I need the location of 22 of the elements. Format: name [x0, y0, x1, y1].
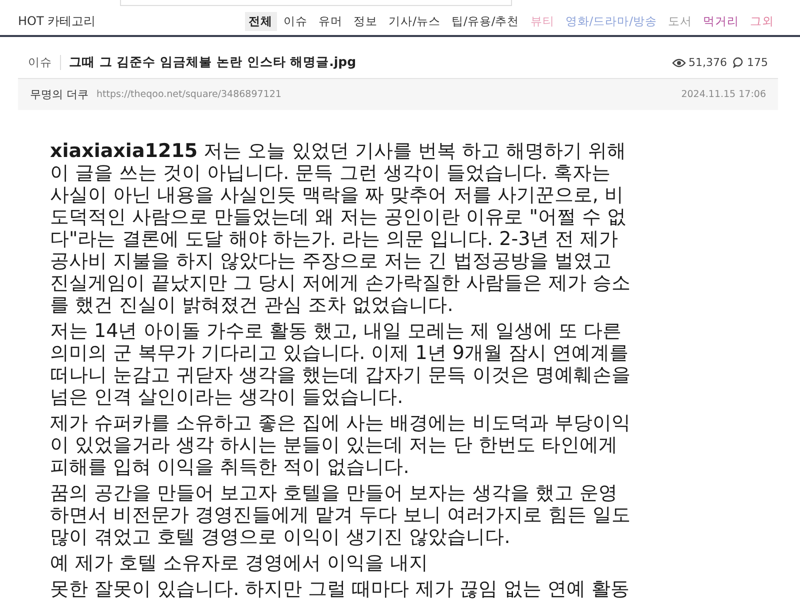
post-paragraph: 저는 14년 아이돌 가수로 활동 했고, 내일 모레는 제 일생에 또 다른 의미의 군 복무가 기다리고 있습니다. 이제 1년 9개월 잠시 연예계를 떠나니 눈감고 귀닫자 생각을 했는데 갑자기 문득 이것은 명예훼손을 넘은 인격 살인이라는 생각이 들었습니다.	[50, 320, 632, 408]
post-paragraph: xiaxiaxia1215 저는 오늘 있었던 기사를 번복 하고 해명하기 위해 이 글을 쓰는 것이 아닙니다. 문득 그런 생각이 들었습니다. 혹자는 사실이 아닌 내용을 사실인듯 맥락을 짜 맞추어 저를 사기꾼으로, 비 도덕적인 사람으로 만들었는데 왜 저는 공인이란 이유로 "어쩔 수 없 다"라는 결론에 도달 해야 하는가. 라는 의문 입니다. 2-3년 전 제가 공사비 지불을 하지 않았다는 주장으로 저는 긴 법정공방을 벌였고 진실게임이 끝났지만 그 당시 저에게 손가락질한 사람들은 제가 승소 를 했건 진실이 밝혀졌건 관심 조차 없었습니다.	[50, 140, 632, 316]
section-title: HOT 카테고리	[18, 13, 96, 30]
eye-icon	[672, 58, 686, 68]
category-tab[interactable]: 먹거리	[699, 12, 743, 31]
author-name: 무명의 더쿠	[30, 87, 88, 102]
post-date: 2024.11.15 17:06	[681, 89, 766, 100]
view-count: 51,376	[688, 56, 727, 69]
category-tab[interactable]: 팁/유용/추천	[448, 12, 524, 31]
category-tab[interactable]: 이슈	[280, 12, 312, 31]
comment-count: 175	[747, 56, 768, 69]
post-category: 이슈	[28, 55, 61, 70]
post-paragraph: 못한 잘못이 있습니다. 하지만 그럴 때마다 제가 끊임 없는 연예 활동	[50, 578, 630, 600]
category-tab[interactable]: 유머	[314, 12, 347, 31]
post-title: 그때 그 김준수 임금체불 논란 인스타 해명글.jpg	[69, 54, 358, 71]
post-paragraph: 꿈의 공간을 만들어 보고자 호텔을 만들어 보자는 생각을 했고 운영 하면서 비전문가 경영진들에게 맡겨 두다 보니 여러가지로 힘든 일도 많이 겪었고 호텔 경영으로 이익이 생기진 않았습니다.	[50, 482, 632, 548]
category-tab[interactable]: 정보	[350, 12, 382, 31]
comment-icon	[733, 57, 744, 68]
post-paragraph: 제가 슈퍼카를 소유하고 좋은 집에 사는 배경에는 비도덕과 부당이익 이 있었을거라 생각 하시는 분들이 있는데 저는 단 한번도 타인에게 피해를 입혀 이익을 취득한 적이 없습니다.	[50, 412, 632, 478]
post-paragraph: 예 제가 호텔 소유자로 경영에서 이익을 내지	[50, 552, 430, 574]
category-tab[interactable]: 기사/뉴스	[384, 12, 444, 31]
category-tab[interactable]: 전체	[244, 12, 277, 31]
